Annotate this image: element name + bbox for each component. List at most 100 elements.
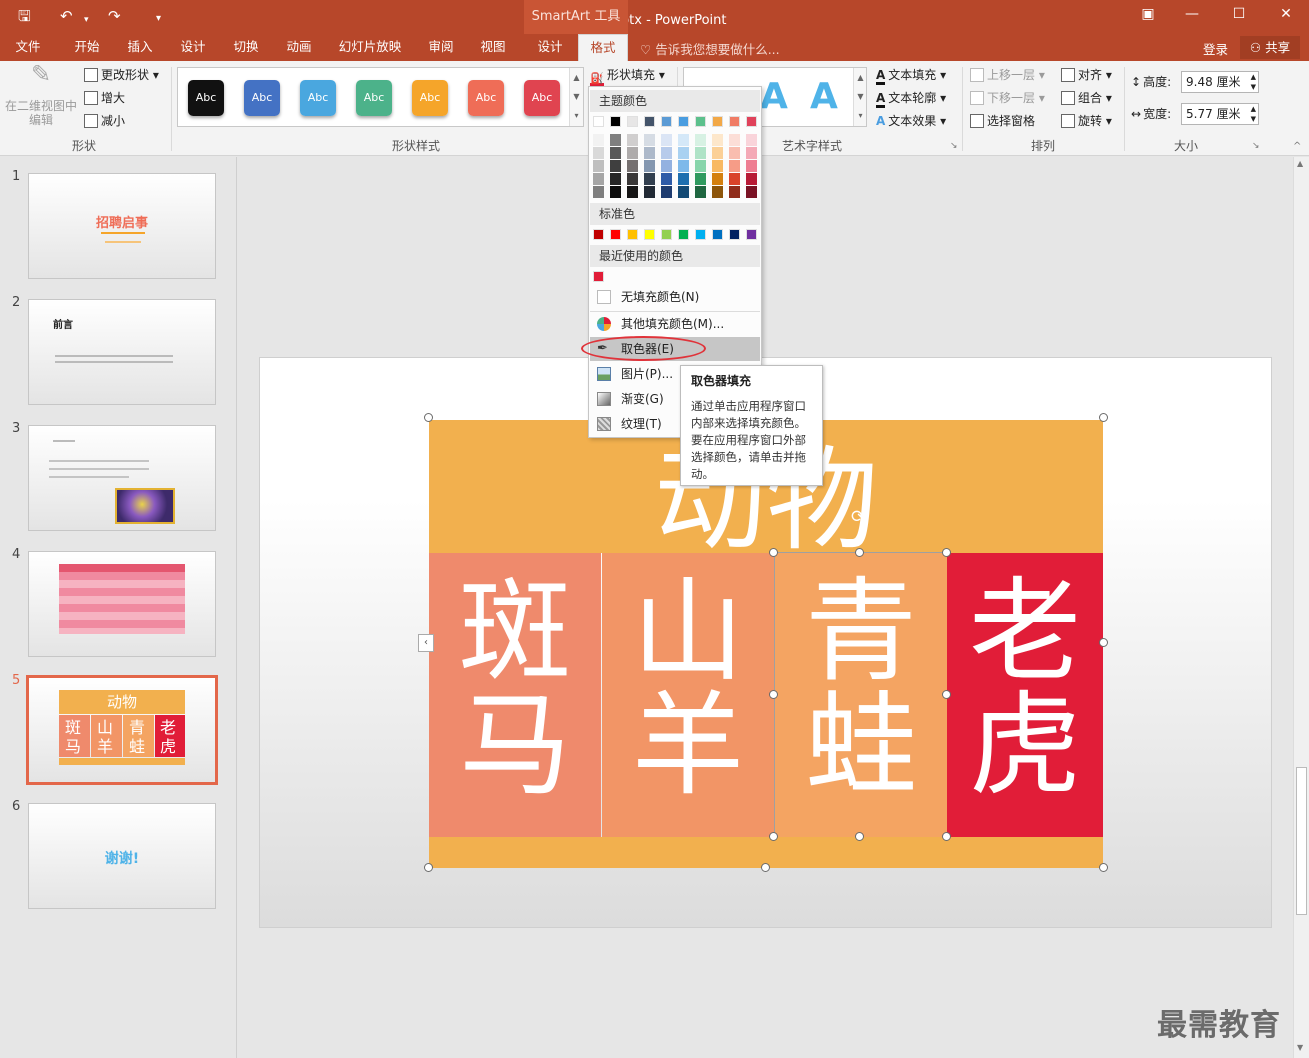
theme-shade-swatch[interactable] <box>746 134 757 146</box>
tab-animations[interactable]: 动画 <box>274 34 324 61</box>
theme-shade-swatch[interactable] <box>627 173 638 185</box>
standard-color-swatch[interactable] <box>661 229 672 240</box>
rotate-button[interactable]: 旋转 ▾ <box>1061 112 1112 129</box>
tab-home[interactable]: 开始 <box>62 34 112 61</box>
standard-color-swatch[interactable] <box>644 229 655 240</box>
resize-handle[interactable] <box>761 863 770 872</box>
theme-shade-swatch[interactable] <box>593 186 604 198</box>
size-dialog-launcher-icon[interactable]: ↘ <box>1252 141 1260 151</box>
resize-handle[interactable] <box>1099 413 1108 422</box>
theme-shade-swatch[interactable] <box>661 160 672 172</box>
theme-shade-swatch[interactable] <box>610 134 621 146</box>
theme-color-swatch[interactable] <box>729 116 740 127</box>
shape-style-swatch[interactable]: Abc <box>244 80 280 116</box>
scroll-down-icon[interactable]: ▼ <box>1297 1043 1303 1052</box>
theme-shade-swatch[interactable] <box>644 147 655 159</box>
theme-shade-swatch[interactable] <box>644 134 655 146</box>
share-button[interactable]: ⚇ 共享 <box>1240 36 1300 59</box>
wordart-sample[interactable]: A <box>760 76 788 117</box>
standard-color-swatch[interactable] <box>712 229 723 240</box>
tab-file[interactable]: 文件 <box>4 34 52 61</box>
bring-forward-button[interactable]: 上移一层 ▾ <box>970 66 1045 83</box>
wordart-sample[interactable]: A <box>810 76 838 117</box>
resize-handle[interactable] <box>1099 863 1108 872</box>
theme-shade-swatch[interactable] <box>712 160 723 172</box>
shape-style-swatch[interactable]: Abc <box>468 80 504 116</box>
tell-me-box[interactable]: ♡ 告诉我您想要做什么... <box>640 39 780 58</box>
theme-shade-swatch[interactable] <box>610 186 621 198</box>
theme-shade-swatch[interactable] <box>712 186 723 198</box>
edit-in-2d-button[interactable]: ✎ 在二维视图中编辑 <box>5 62 77 127</box>
more-fill-colors-item[interactable]: 其他填充颜色(M)... <box>590 312 760 336</box>
theme-shade-swatch[interactable] <box>712 173 723 185</box>
theme-shade-swatch[interactable] <box>729 173 740 185</box>
theme-shade-swatch[interactable] <box>593 160 604 172</box>
theme-shade-swatch[interactable] <box>695 160 706 172</box>
align-button[interactable]: 对齐 ▾ <box>1061 66 1112 83</box>
theme-shade-swatch[interactable] <box>746 173 757 185</box>
tab-slideshow[interactable]: 幻灯片放映 <box>330 34 410 61</box>
theme-shade-swatch[interactable] <box>746 160 757 172</box>
width-spinner-icon[interactable]: ▲ ▼ <box>1251 104 1256 124</box>
close-icon[interactable]: ✕ <box>1276 6 1296 22</box>
height-spinner-icon[interactable]: ▲ ▼ <box>1251 72 1256 92</box>
shape-style-swatch[interactable]: Abc <box>412 80 448 116</box>
standard-color-swatch[interactable] <box>695 229 706 240</box>
height-input[interactable]: 9.48 厘米 ▲ ▼ <box>1181 71 1259 93</box>
theme-shade-swatch[interactable] <box>729 160 740 172</box>
wordart-dialog-launcher-icon[interactable]: ↘ <box>950 141 958 151</box>
tab-view[interactable]: 视图 <box>468 34 518 61</box>
shape-style-swatch[interactable]: Abc <box>524 80 560 116</box>
theme-color-swatch[interactable] <box>593 116 604 127</box>
theme-shade-swatch[interactable] <box>593 173 604 185</box>
standard-color-swatch[interactable] <box>610 229 621 240</box>
theme-color-swatch[interactable] <box>712 116 723 127</box>
change-shape-button[interactable]: 更改形状 ▾ <box>84 66 159 83</box>
theme-shade-swatch[interactable] <box>678 186 689 198</box>
resize-handle[interactable] <box>769 690 778 699</box>
minimize-icon[interactable]: — <box>1182 6 1202 22</box>
resize-handle[interactable] <box>1099 638 1108 647</box>
theme-color-swatch[interactable] <box>644 116 655 127</box>
tab-insert[interactable]: 插入 <box>116 34 164 61</box>
slide-thumbnail-6[interactable]: 谢谢! <box>28 803 216 909</box>
scroll-up-icon[interactable]: ▲ <box>1297 159 1303 168</box>
vertical-scrollbar[interactable]: ▲ ▼ <box>1293 157 1309 1058</box>
theme-shade-swatch[interactable] <box>593 134 604 146</box>
resize-handle[interactable] <box>942 832 951 841</box>
resize-handle[interactable] <box>424 863 433 872</box>
theme-shade-swatch[interactable] <box>695 147 706 159</box>
theme-shade-swatch[interactable] <box>644 160 655 172</box>
tab-transitions[interactable]: 切换 <box>222 34 270 61</box>
theme-shade-swatch[interactable] <box>712 134 723 146</box>
collapse-ribbon-icon[interactable]: ^ <box>1293 141 1301 152</box>
resize-handle[interactable] <box>769 548 778 557</box>
shape-fill-button[interactable]: ⛽ 形状填充 ▾ <box>590 66 665 86</box>
no-fill-item[interactable]: 无填充颜色(N) <box>590 285 760 309</box>
standard-color-swatch[interactable] <box>593 229 604 240</box>
selection-pane-button[interactable]: 选择窗格 <box>970 112 1035 129</box>
smaller-button[interactable]: 减小 <box>84 112 125 129</box>
standard-color-swatch[interactable] <box>678 229 689 240</box>
tab-design[interactable]: 设计 <box>168 34 218 61</box>
slide-thumbnail-1[interactable]: 招聘启事 <box>28 173 216 279</box>
theme-color-swatch[interactable] <box>610 116 621 127</box>
resize-handle[interactable] <box>424 413 433 422</box>
theme-shade-swatch[interactable] <box>695 186 706 198</box>
resize-handle[interactable] <box>942 690 951 699</box>
tab-format[interactable]: 格式 <box>578 34 628 61</box>
theme-color-swatch[interactable] <box>746 116 757 127</box>
theme-shade-swatch[interactable] <box>627 186 638 198</box>
theme-shade-swatch[interactable] <box>678 173 689 185</box>
theme-color-swatch[interactable] <box>695 116 706 127</box>
theme-shade-swatch[interactable] <box>746 186 757 198</box>
theme-shade-swatch[interactable] <box>644 186 655 198</box>
theme-shade-swatch[interactable] <box>627 134 638 146</box>
group-button[interactable]: 组合 ▾ <box>1061 89 1112 106</box>
tab-smartart-design[interactable]: 设计 <box>526 34 574 61</box>
width-input[interactable]: 5.77 厘米 ▲ ▼ <box>1181 103 1259 125</box>
resize-handle[interactable] <box>942 548 951 557</box>
theme-shade-swatch[interactable] <box>610 173 621 185</box>
resize-handle[interactable] <box>769 832 778 841</box>
sign-in-link[interactable]: 登录 <box>1203 39 1228 58</box>
